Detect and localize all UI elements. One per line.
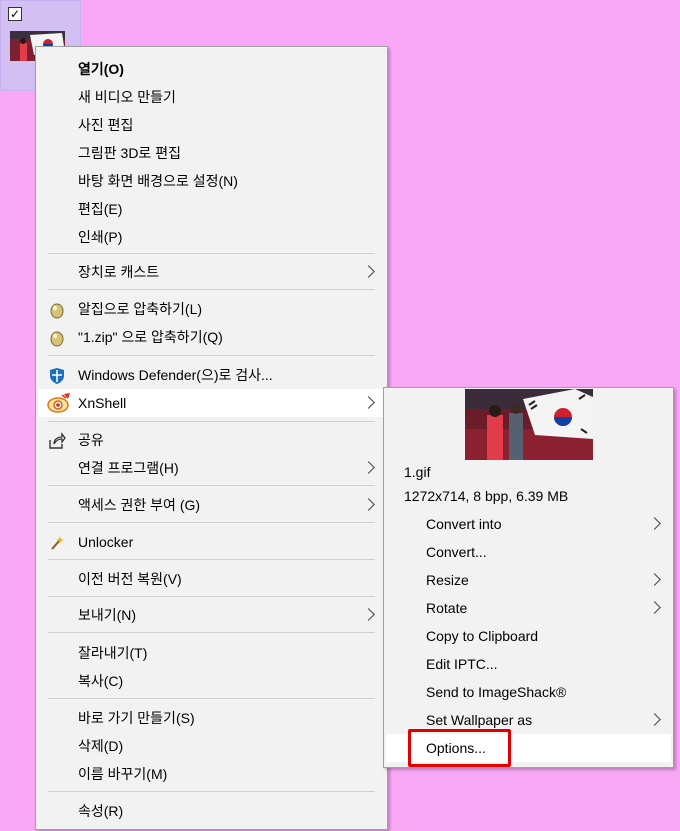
menu-cast-to-device[interactable]: 장치로 캐스트 bbox=[38, 258, 385, 286]
menu-separator bbox=[48, 522, 375, 523]
menu-set-background[interactable]: 바탕 화면 배경으로 설정(N) bbox=[38, 167, 385, 195]
menu-restore-versions[interactable]: 이전 버전 복원(V) bbox=[38, 565, 385, 593]
menu-separator bbox=[48, 289, 375, 290]
menu-separator bbox=[48, 791, 375, 792]
menu-share-label: 공유 bbox=[78, 432, 104, 448]
chevron-right-icon bbox=[648, 573, 661, 586]
alzip-egg-icon bbox=[48, 328, 66, 347]
menu-alzip-label: 알집으로 압축하기(L) bbox=[78, 301, 203, 317]
sub-convert[interactable]: Convert... bbox=[386, 538, 671, 566]
menu-separator bbox=[48, 632, 375, 633]
menu-give-access-label: 액세스 권한 부여 (G) bbox=[78, 497, 201, 513]
menu-paint3d[interactable]: 그림판 3D로 편집 bbox=[38, 139, 385, 167]
share-icon bbox=[48, 431, 66, 449]
sub-edit-iptc[interactable]: Edit IPTC... bbox=[386, 650, 671, 678]
chevron-right-icon bbox=[362, 265, 375, 278]
menu-separator bbox=[48, 559, 375, 560]
sub-set-wallpaper-label: Set Wallpaper as bbox=[426, 712, 533, 728]
menu-open-with-label: 연결 프로그램(H) bbox=[78, 460, 179, 476]
menu-open-with[interactable]: 연결 프로그램(H) bbox=[38, 454, 385, 482]
chevron-right-icon bbox=[648, 713, 661, 726]
chevron-right-icon bbox=[648, 517, 661, 530]
menu-unlocker-label: Unlocker bbox=[78, 534, 134, 550]
menu-edit[interactable]: 편집(E) bbox=[38, 195, 385, 223]
menu-defender[interactable]: Windows Defender(으)로 검사... bbox=[38, 361, 385, 389]
menu-cast-label: 장치로 캐스트 bbox=[78, 264, 160, 280]
menu-separator bbox=[48, 485, 375, 486]
chevron-right-icon bbox=[648, 601, 661, 614]
menu-copy[interactable]: 복사(C) bbox=[38, 667, 385, 695]
menu-separator bbox=[48, 596, 375, 597]
file-checkbox[interactable]: ✓ bbox=[8, 7, 22, 21]
sub-send-imageshack[interactable]: Send to ImageShack® bbox=[386, 678, 671, 706]
menu-alzip[interactable]: 알집으로 압축하기(L) bbox=[38, 295, 385, 323]
chevron-right-icon bbox=[362, 461, 375, 474]
menu-separator bbox=[48, 355, 375, 356]
menu-properties[interactable]: 속성(R) bbox=[38, 797, 385, 825]
xnview-icon bbox=[46, 392, 72, 414]
menu-separator bbox=[48, 253, 375, 254]
menu-give-access[interactable]: 액세스 권한 부여 (G) bbox=[38, 491, 385, 519]
menu-new-video[interactable]: 새 비디오 만들기 bbox=[38, 83, 385, 111]
menu-alzip-zip[interactable]: "1.zip" 으로 압축하기(Q) bbox=[38, 323, 385, 351]
menu-separator bbox=[48, 421, 375, 422]
sub-convert-into[interactable]: Convert into bbox=[386, 510, 671, 538]
shield-icon bbox=[48, 366, 66, 384]
menu-defender-label: Windows Defender(으)로 검사... bbox=[78, 367, 273, 383]
menu-unlocker[interactable]: Unlocker bbox=[38, 528, 385, 556]
sub-convert-into-label: Convert into bbox=[426, 516, 502, 532]
image-preview bbox=[465, 389, 593, 460]
file-name: 1.gif bbox=[404, 464, 431, 480]
context-menu: 열기(O) 새 비디오 만들기 사진 편집 그림판 3D로 편집 바탕 화면 배… bbox=[35, 46, 388, 830]
sub-resize-label: Resize bbox=[426, 572, 469, 588]
menu-send-to-label: 보내기(N) bbox=[78, 607, 137, 623]
sub-rotate-label: Rotate bbox=[426, 600, 468, 616]
alzip-egg-icon bbox=[48, 300, 66, 319]
menu-xnshell-label: XnShell bbox=[78, 395, 127, 411]
menu-create-shortcut[interactable]: 바로 가기 만들기(S) bbox=[38, 704, 385, 732]
wand-icon bbox=[48, 533, 66, 551]
chevron-right-icon bbox=[362, 608, 375, 621]
file-info: 1272x714, 8 bpp, 6.39 MB bbox=[404, 488, 569, 504]
chevron-right-icon bbox=[362, 498, 375, 511]
menu-xnshell[interactable]: XnShell bbox=[38, 389, 385, 417]
chevron-right-icon bbox=[362, 396, 375, 409]
menu-edit-photo[interactable]: 사진 편집 bbox=[38, 111, 385, 139]
menu-send-to[interactable]: 보내기(N) bbox=[38, 601, 385, 629]
menu-cut[interactable]: 잘라내기(T) bbox=[38, 639, 385, 667]
menu-open[interactable]: 열기(O) bbox=[38, 55, 385, 83]
options-highlight-box bbox=[408, 729, 511, 767]
sub-rotate[interactable]: Rotate bbox=[386, 594, 671, 622]
menu-share[interactable]: 공유 bbox=[38, 426, 385, 454]
sub-copy-clipboard[interactable]: Copy to Clipboard bbox=[386, 622, 671, 650]
xnshell-submenu: 1.gif 1272x714, 8 bpp, 6.39 MB Convert i… bbox=[383, 387, 674, 768]
menu-separator bbox=[48, 698, 375, 699]
menu-rename[interactable]: 이름 바꾸기(M) bbox=[38, 760, 385, 788]
menu-delete[interactable]: 삭제(D) bbox=[38, 732, 385, 760]
menu-alzip-zip-label: "1.zip" 으로 압축하기(Q) bbox=[78, 329, 223, 345]
sub-resize[interactable]: Resize bbox=[386, 566, 671, 594]
menu-print[interactable]: 인쇄(P) bbox=[38, 223, 385, 251]
